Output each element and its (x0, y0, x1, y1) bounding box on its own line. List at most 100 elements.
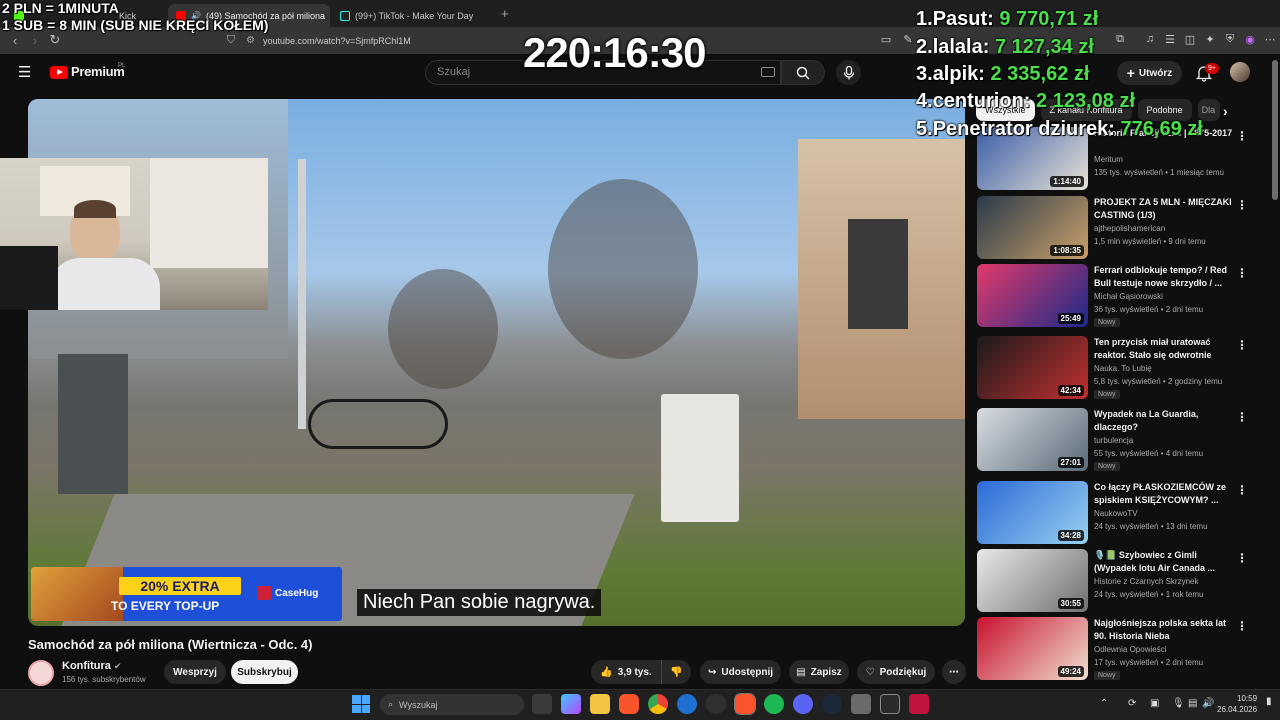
recommendation-title[interactable]: PROJEKT ZA 5 MLN - MIĘCZAKI CASTING (1/3… (1094, 196, 1234, 222)
keyboard-icon[interactable] (761, 67, 775, 77)
network-icon[interactable]: ▤ (1188, 698, 1197, 709)
notification-center-icon[interactable]: ▮ (1266, 696, 1272, 707)
more-options-icon[interactable]: ⋮ (1236, 198, 1248, 212)
tray-chevron-icon[interactable]: ⌃ (1100, 698, 1108, 709)
tray-mic-icon[interactable]: 🎙 (1172, 698, 1185, 709)
brave-icon[interactable] (619, 694, 639, 714)
dislike-button[interactable]: 👎 (661, 660, 691, 684)
extension-icon[interactable]: ⧉ (1112, 31, 1128, 47)
channel-avatar[interactable] (28, 660, 54, 686)
recommendation-card[interactable]: 49:24 Najgłośniejsza polska sekta lat 90.… (977, 617, 1257, 681)
share-button[interactable]: ↪ Udostępnij (700, 660, 781, 684)
volume-icon[interactable]: 🔊 (1202, 698, 1214, 709)
chips-next-chevron-icon[interactable]: › (1223, 103, 1228, 119)
taskbar-search[interactable]: ⌕ Wyszukaj (380, 694, 524, 715)
support-button[interactable]: Wesprzyj (164, 660, 226, 684)
recommendation-channel[interactable]: Nauka. To Lubię (1094, 364, 1152, 373)
task-view-icon[interactable] (532, 694, 552, 714)
chrome-icon[interactable] (648, 694, 668, 714)
more-actions-button[interactable]: ⋯ (942, 660, 966, 684)
more-options-icon[interactable]: ⋮ (1236, 129, 1248, 143)
recommendation-channel[interactable]: NaukowoTV (1094, 509, 1138, 518)
recommendation-channel[interactable]: ajthepolishamerican (1094, 224, 1165, 233)
voice-search-button[interactable] (836, 60, 861, 85)
recommendation-card[interactable]: 42:34 Ten przycisk miał uratować reaktor.… (977, 336, 1257, 400)
more-options-icon[interactable]: ⋮ (1236, 410, 1248, 424)
more-options-icon[interactable]: ⋮ (1236, 619, 1248, 633)
thanks-button[interactable]: ♡ Podziękuj (857, 660, 935, 684)
recommendation-thumbnail[interactable]: 49:24 (977, 617, 1088, 680)
recommendation-thumbnail[interactable]: 25:49 (977, 264, 1088, 327)
more-options-icon[interactable]: ⋮ (1236, 266, 1248, 280)
calculator-icon[interactable] (880, 694, 900, 714)
taskbar-clock[interactable]: 10:59 26.04.2026 (1217, 693, 1257, 715)
recommendation-channel[interactable]: Michał Gąsiorowski (1094, 292, 1163, 301)
recommendation-card[interactable]: 1:08:35 PROJEKT ZA 5 MLN - MIĘCZAKI CASTI… (977, 196, 1257, 260)
recommendation-thumbnail[interactable]: 30:55 (977, 549, 1088, 612)
subscribe-button[interactable]: Subskrybuj (231, 660, 298, 684)
recommendation-channel[interactable]: Meritum (1094, 155, 1123, 164)
tab-tiktok[interactable]: (99+) TikTok - Make Your Day (332, 4, 494, 27)
edge-icon[interactable] (677, 694, 697, 714)
cast-icon[interactable]: ▭ (878, 31, 894, 47)
steam-icon[interactable] (822, 694, 842, 714)
recommendation-channel[interactable]: Historie z Czarnych Skrzynek (1094, 577, 1198, 586)
overlay-donation-rule: 2 PLN = 1MINUTA (2, 0, 119, 16)
recommendation-thumbnail[interactable]: 42:34 (977, 336, 1088, 399)
youtube-logo-icon[interactable] (50, 66, 68, 79)
save-button[interactable]: ▤ Zapisz (789, 660, 849, 684)
more-options-icon[interactable]: ⋮ (1236, 483, 1248, 497)
hamburger-menu-icon[interactable]: ☰ (18, 65, 31, 80)
copilot-icon[interactable]: ◉ (1242, 31, 1258, 47)
create-button[interactable]: + Utwórz (1117, 61, 1182, 85)
youtube-logo-text[interactable]: Premium (71, 64, 125, 79)
recommendation-title[interactable]: Najgłośniejsza polska sekta lat 90. Hist… (1094, 617, 1234, 643)
forward-arrow-icon[interactable]: › (26, 31, 44, 49)
brave-active-icon[interactable] (734, 693, 756, 715)
duration-badge: 49:24 (1057, 666, 1084, 677)
recommendation-card[interactable]: 27:01 Wypadek na La Guardia, dlaczego? tur… (977, 408, 1257, 472)
recommendation-channel[interactable]: turbulencja (1094, 436, 1133, 445)
more-options-icon[interactable]: ⋮ (1236, 338, 1248, 352)
tray-app-icon[interactable]: ▣ (1150, 698, 1159, 709)
obs-icon[interactable] (706, 694, 726, 714)
more-options-icon[interactable]: ⋮ (1236, 551, 1248, 565)
reading-list-icon[interactable]: ☰ (1162, 31, 1178, 47)
recommendation-title[interactable]: Wypadek na La Guardia, dlaczego? (1094, 408, 1234, 434)
casehug-ad-banner[interactable]: 20% EXTRA TO EVERY TOP-UP CaseHug (31, 567, 342, 621)
back-arrow-icon[interactable]: ‹ (6, 31, 24, 49)
recommendation-title[interactable]: Co łączy PŁASKOZIEMCÓW ze spiskiem KSIĘŻ… (1094, 481, 1234, 507)
like-button[interactable]: 👍 3,9 tys. (591, 660, 661, 684)
sidebar-icon[interactable]: ◫ (1182, 31, 1198, 47)
recommendation-card[interactable]: 30:55 🎙️📗 Szybowiec z Gimli (Wypadek lotu… (977, 549, 1257, 613)
search-button[interactable] (781, 60, 825, 85)
bookmark-icon[interactable]: ⛉ (222, 31, 240, 49)
page-scrollbar[interactable] (1272, 60, 1278, 200)
red-app-icon[interactable] (909, 694, 929, 714)
extensions-puzzle-icon[interactable]: ✦ (1202, 31, 1218, 47)
recommendation-thumbnail[interactable]: 27:01 (977, 408, 1088, 471)
discord-icon[interactable] (793, 694, 813, 714)
shield-icon[interactable]: ⛨ (1222, 31, 1238, 47)
new-tab-button[interactable]: + (501, 6, 509, 21)
edit-icon[interactable]: ✎ (900, 31, 916, 47)
file-explorer-icon[interactable] (590, 694, 610, 714)
copilot-taskbar-icon[interactable] (561, 694, 581, 714)
recommendation-title[interactable]: Ten przycisk miał uratować reaktor. Stał… (1094, 336, 1234, 362)
reload-icon[interactable]: ↻ (46, 31, 64, 49)
windows-start-icon[interactable] (352, 695, 370, 713)
settings-gear-icon[interactable] (851, 694, 871, 714)
tray-app-icon[interactable]: ⟳ (1128, 698, 1136, 709)
recommendation-thumbnail[interactable]: 34:28 (977, 481, 1088, 544)
recommendation-card[interactable]: 25:49 Ferrari odblokuje tempo? / Red Bull… (977, 264, 1257, 328)
account-avatar[interactable] (1230, 62, 1250, 82)
menu-dots-icon[interactable]: ⋯ (1262, 31, 1278, 47)
recommendation-channel[interactable]: Odlewnia Opowieści (1094, 645, 1166, 654)
recommendation-title[interactable]: Ferrari odblokuje tempo? / Red Bull test… (1094, 264, 1234, 290)
recommendation-thumbnail[interactable]: 1:08:35 (977, 196, 1088, 259)
channel-name[interactable]: Konfitura ✔ (62, 660, 122, 672)
spotify-icon[interactable] (764, 694, 784, 714)
music-icon[interactable]: ♫ (1142, 31, 1158, 47)
recommendation-card[interactable]: 34:28 Co łączy PŁASKOZIEMCÓW ze spiskiem … (977, 481, 1257, 545)
recommendation-title[interactable]: 🎙️📗 Szybowiec z Gimli (Wypadek lotu Air … (1094, 549, 1234, 575)
